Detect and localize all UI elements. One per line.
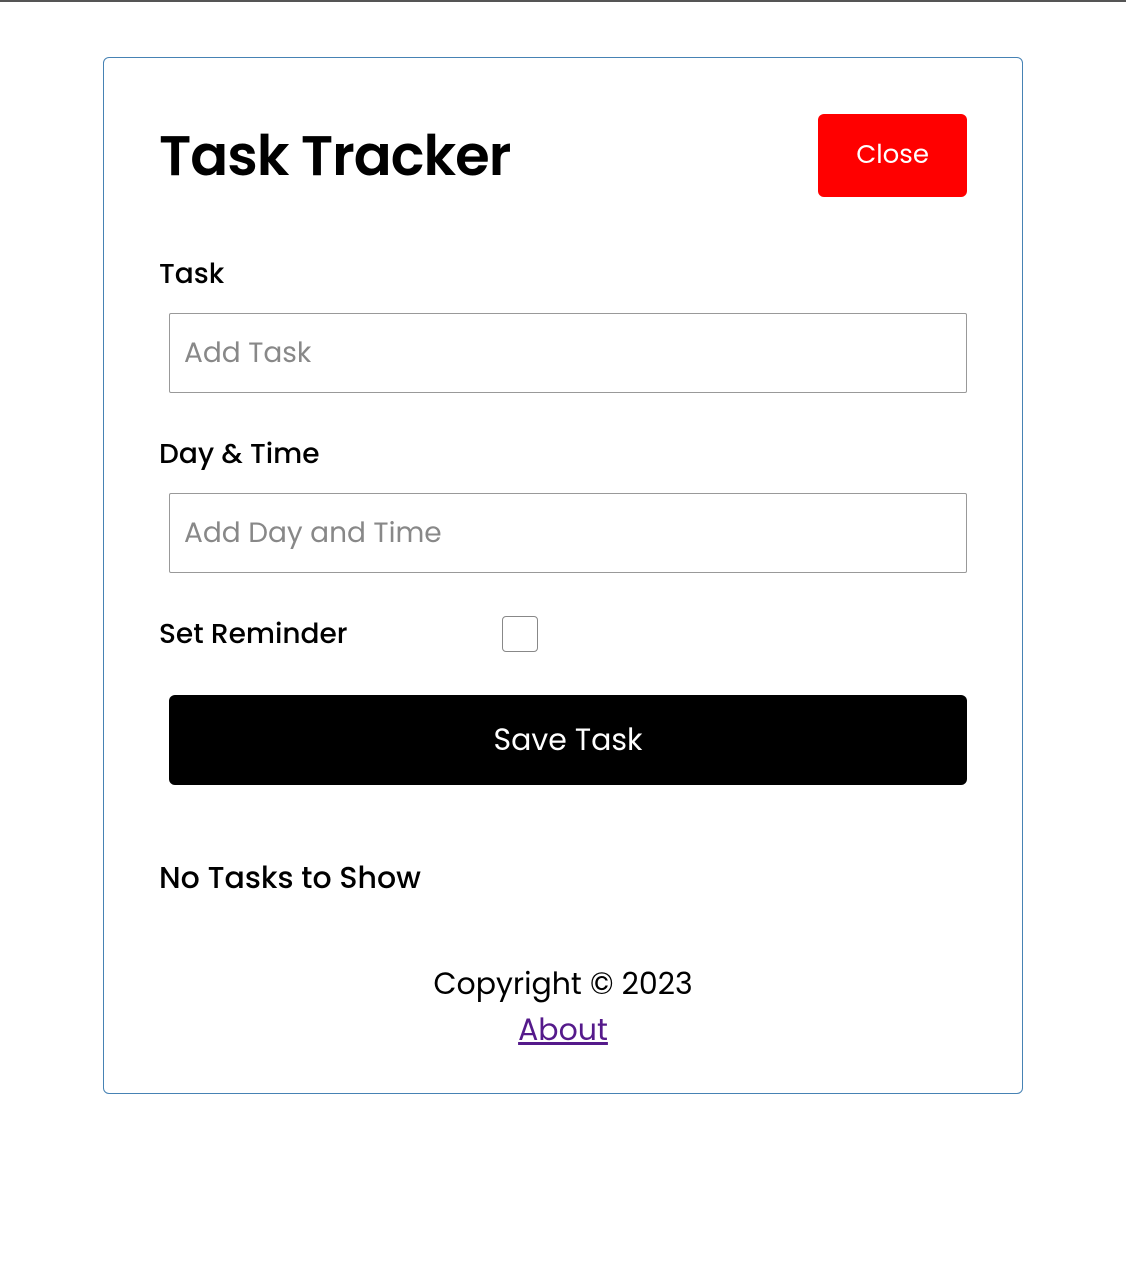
reminder-row: Set Reminder [159, 613, 967, 655]
footer: Copyright © 2023 About [159, 961, 967, 1053]
copyright-text: Copyright © 2023 [159, 961, 967, 1007]
app-container: Task Tracker Close Task Day & Time Set R… [103, 57, 1023, 1094]
task-input[interactable] [169, 313, 967, 393]
close-button[interactable]: Close [818, 114, 967, 197]
add-task-form: Task Day & Time Set Reminder Save Task [159, 253, 967, 785]
page-title: Task Tracker [159, 113, 510, 198]
task-field-group: Task [159, 253, 967, 393]
header: Task Tracker Close [159, 113, 967, 198]
day-field-group: Day & Time [159, 433, 967, 573]
day-label: Day & Time [159, 433, 967, 475]
about-link[interactable]: About [518, 1008, 608, 1051]
reminder-label: Set Reminder [159, 613, 392, 655]
day-input[interactable] [169, 493, 967, 573]
reminder-checkbox[interactable] [502, 616, 538, 652]
empty-tasks-message: No Tasks to Show [159, 855, 967, 901]
task-label: Task [159, 253, 967, 295]
save-task-button[interactable]: Save Task [169, 695, 967, 785]
